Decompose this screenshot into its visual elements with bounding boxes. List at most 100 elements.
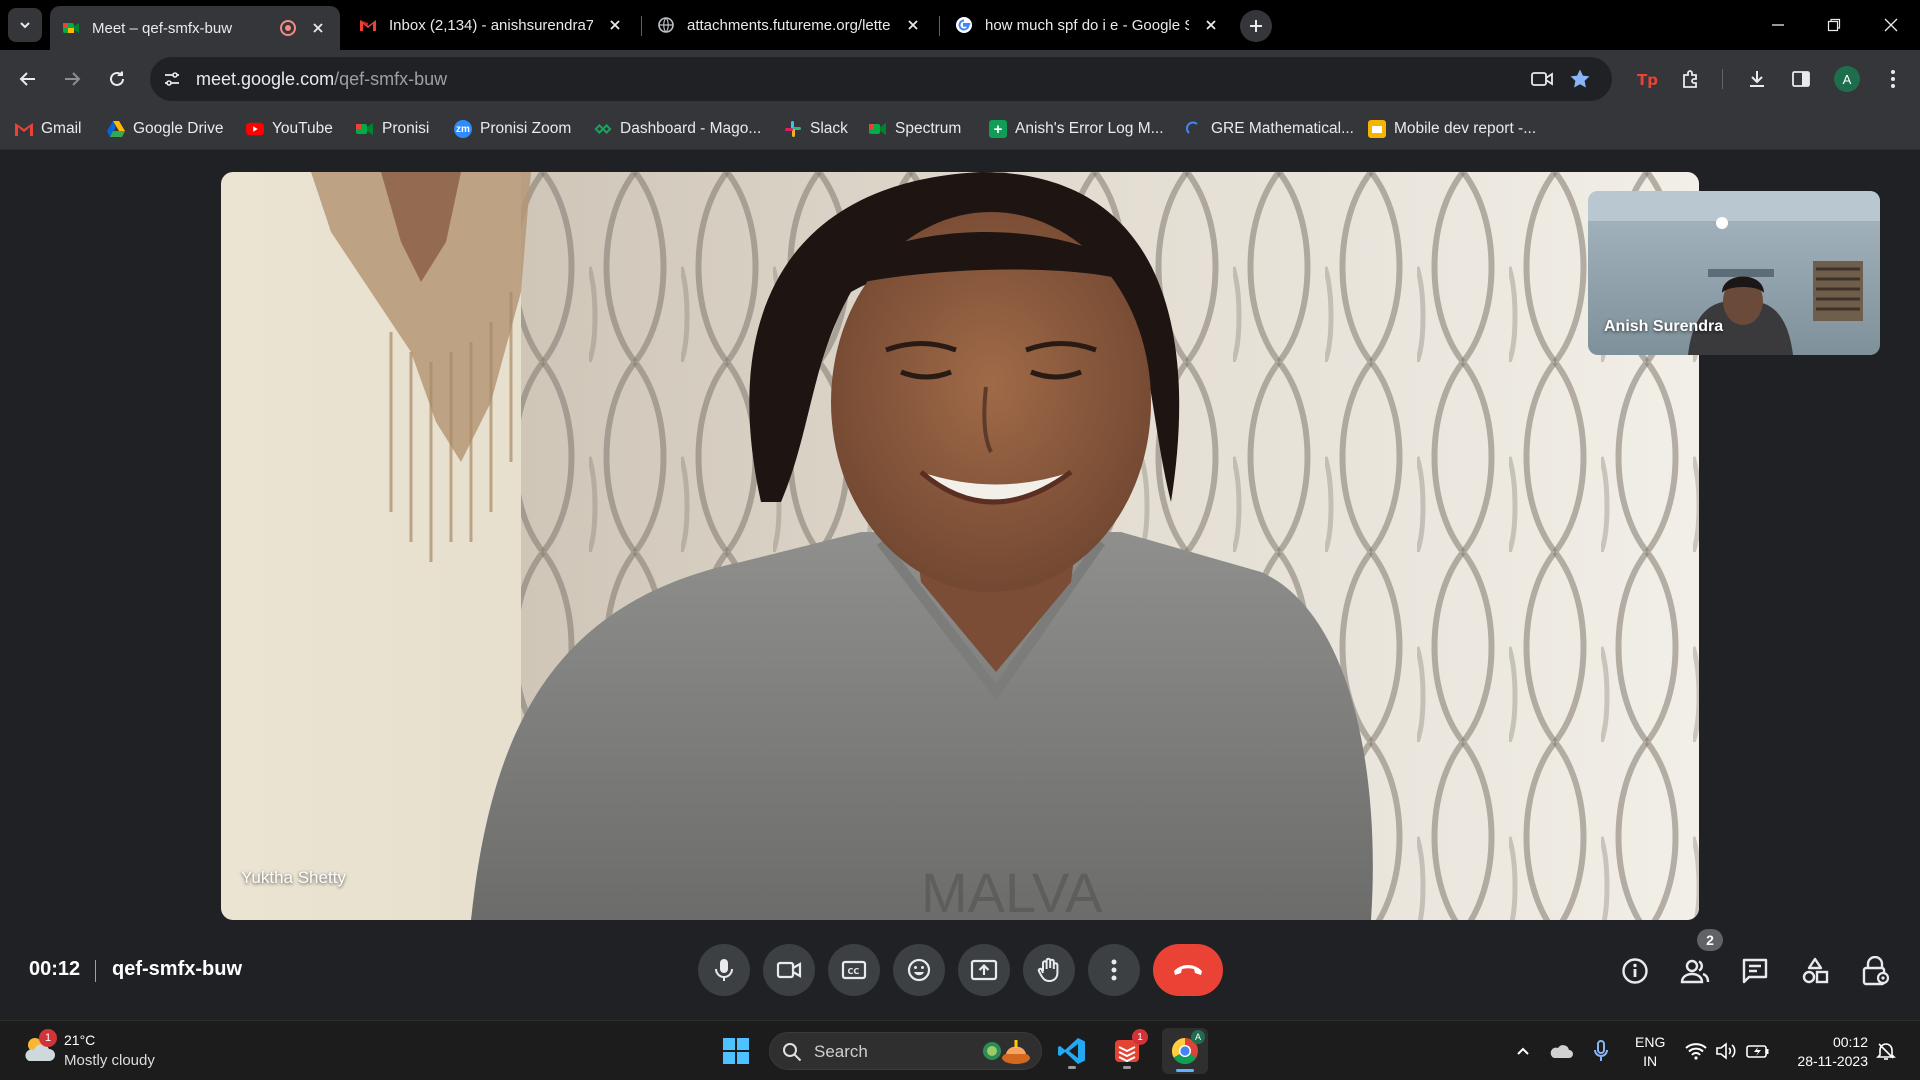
taskbar-search-box[interactable]: Search: [769, 1032, 1042, 1070]
close-window-button[interactable]: [1876, 10, 1906, 40]
reload-button[interactable]: [101, 63, 133, 95]
microphone-button[interactable]: [698, 944, 750, 996]
battery-tray[interactable]: [1746, 1039, 1770, 1063]
bookmark-error-log[interactable]: + Anish's Error Log M...: [989, 117, 1164, 141]
bookmark-slack[interactable]: Slack: [784, 117, 848, 141]
clock-date: 28-11-2023: [1797, 1053, 1868, 1069]
url-host: meet.google.com: [196, 69, 335, 89]
raise-hand-button[interactable]: [1023, 944, 1075, 996]
chat-icon: [1742, 958, 1768, 984]
wifi-tray[interactable]: [1684, 1039, 1708, 1063]
side-panel-button[interactable]: [1785, 63, 1817, 95]
browser-menu-button[interactable]: [1877, 63, 1909, 95]
tab-meet[interactable]: Meet – qef-smfx-buw: [50, 6, 340, 50]
google-meet-icon: [869, 120, 887, 138]
emoji-reactions-button[interactable]: [893, 944, 945, 996]
side-panel-icon: [1792, 71, 1810, 87]
bookmark-dashboard[interactable]: Dashboard - Mago...: [594, 117, 761, 141]
present-icon: [970, 959, 998, 981]
running-indicator: [1123, 1066, 1131, 1069]
extensions-button[interactable]: [1675, 63, 1707, 95]
activities-icon: [1802, 957, 1829, 984]
close-tab-icon[interactable]: [903, 15, 923, 35]
tab-title: how much spf do i e - Google S: [985, 16, 1189, 34]
extension-tp-button[interactable]: Tp: [1631, 63, 1663, 95]
close-tab-icon[interactable]: [605, 15, 625, 35]
self-view-tile[interactable]: Anish Surendra: [1588, 191, 1880, 355]
bookmark-google-drive[interactable]: Google Drive: [107, 117, 223, 141]
zoom-icon: zm: [454, 120, 472, 138]
kebab-menu-icon: [1891, 70, 1895, 88]
profile-avatar[interactable]: A: [1834, 66, 1860, 92]
globe-icon: [658, 17, 674, 33]
site-info-icon[interactable]: [160, 67, 184, 91]
captions-button[interactable]: CC: [828, 944, 880, 996]
windows-taskbar: 1 21°C Mostly cloudy Search 1 A ENG IN 0…: [0, 1020, 1920, 1080]
present-screen-button[interactable]: [958, 944, 1010, 996]
bookmark-pronisi-zoom[interactable]: zm Pronisi Zoom: [454, 117, 571, 141]
notification-center-button[interactable]: [1874, 1039, 1898, 1063]
more-options-button[interactable]: [1088, 944, 1140, 996]
leave-call-button[interactable]: [1153, 944, 1223, 996]
meet-call-area: MALVA Yuktha Shetty Anish Surendra 00:12…: [0, 150, 1920, 1020]
meeting-details-button[interactable]: [1618, 954, 1652, 988]
bookmark-pronisi[interactable]: Pronisi: [356, 117, 429, 141]
address-bar[interactable]: meet.google.com/qef-smfx-buw: [150, 57, 1612, 101]
download-icon: [1750, 71, 1764, 87]
show-hidden-icons-button[interactable]: [1511, 1039, 1535, 1063]
start-button[interactable]: [716, 1031, 756, 1071]
new-tab-button[interactable]: [1240, 10, 1272, 42]
bookmark-mobile-dev-report[interactable]: Mobile dev report -...: [1368, 117, 1536, 141]
tab-gmail[interactable]: Inbox (2,134) - anishsurendra76: [347, 6, 637, 44]
bookmark-star-icon[interactable]: [1568, 67, 1592, 91]
people-button[interactable]: [1678, 954, 1712, 988]
system-clock[interactable]: 00:12 28-11-2023: [1782, 1033, 1868, 1071]
restore-button[interactable]: [1819, 10, 1849, 40]
volume-tray[interactable]: [1714, 1039, 1738, 1063]
bookmark-label: Slack: [810, 120, 848, 137]
bookmark-spectrum[interactable]: Spectrum: [869, 117, 961, 141]
onedrive-tray[interactable]: [1549, 1039, 1573, 1063]
minimize-icon: [1772, 24, 1784, 26]
microphone-tray[interactable]: [1589, 1039, 1613, 1063]
participant-name-label: Yuktha Shetty: [241, 868, 346, 887]
taskbar-todoist[interactable]: 1: [1107, 1029, 1148, 1071]
weather-description[interactable]: Mostly cloudy: [64, 1052, 155, 1069]
bookmark-gre[interactable]: GRE Mathematical...: [1185, 117, 1354, 141]
weather-temperature[interactable]: 21°C: [64, 1032, 95, 1048]
tab-futureme[interactable]: attachments.futureme.org/letter: [645, 6, 935, 44]
microphone-in-use-icon: [1594, 1040, 1608, 1061]
minimize-button[interactable]: [1763, 10, 1793, 40]
taskbar-vscode[interactable]: [1052, 1031, 1092, 1071]
hang-up-icon: [1174, 965, 1202, 975]
google-meet-icon: [356, 120, 374, 138]
input-language-indicator[interactable]: ENG IN: [1635, 1033, 1665, 1071]
weather-notification-badge: 1: [39, 1029, 57, 1047]
bookmark-label: Dashboard - Mago...: [620, 120, 762, 137]
downloads-button[interactable]: [1741, 63, 1773, 95]
host-controls-button[interactable]: [1858, 954, 1892, 988]
taskbar-chrome[interactable]: A: [1162, 1028, 1208, 1074]
tab-google-search[interactable]: how much spf do i e - Google S: [943, 6, 1233, 44]
close-tab-icon[interactable]: [308, 18, 328, 38]
people-icon: [1680, 959, 1710, 984]
participant-video-main[interactable]: MALVA Yuktha Shetty: [221, 172, 1699, 920]
bookmark-label: Mobile dev report -...: [1394, 120, 1537, 137]
close-tab-icon[interactable]: [1201, 15, 1221, 35]
call-timer: 00:12: [29, 958, 81, 980]
bookmark-youtube[interactable]: YouTube: [246, 117, 333, 141]
region-code: IN: [1643, 1053, 1658, 1069]
activities-button[interactable]: [1798, 954, 1832, 988]
back-button[interactable]: [12, 63, 44, 95]
bookmarks-bar: Gmail Google Drive YouTube Pronisi zm Pr…: [0, 108, 1920, 150]
vscode-icon: [1058, 1038, 1085, 1064]
url-path: /qef-smfx-buw: [334, 69, 448, 89]
bookmark-label: Google Drive: [133, 120, 224, 137]
tab-search-button[interactable]: [8, 8, 42, 42]
camera-button[interactable]: [763, 944, 815, 996]
svg-text:CC: CC: [848, 967, 860, 976]
forward-button[interactable]: [56, 63, 88, 95]
chat-button[interactable]: [1738, 954, 1772, 988]
bookmark-gmail[interactable]: Gmail: [15, 117, 81, 141]
camera-in-use-icon[interactable]: [1530, 67, 1554, 91]
